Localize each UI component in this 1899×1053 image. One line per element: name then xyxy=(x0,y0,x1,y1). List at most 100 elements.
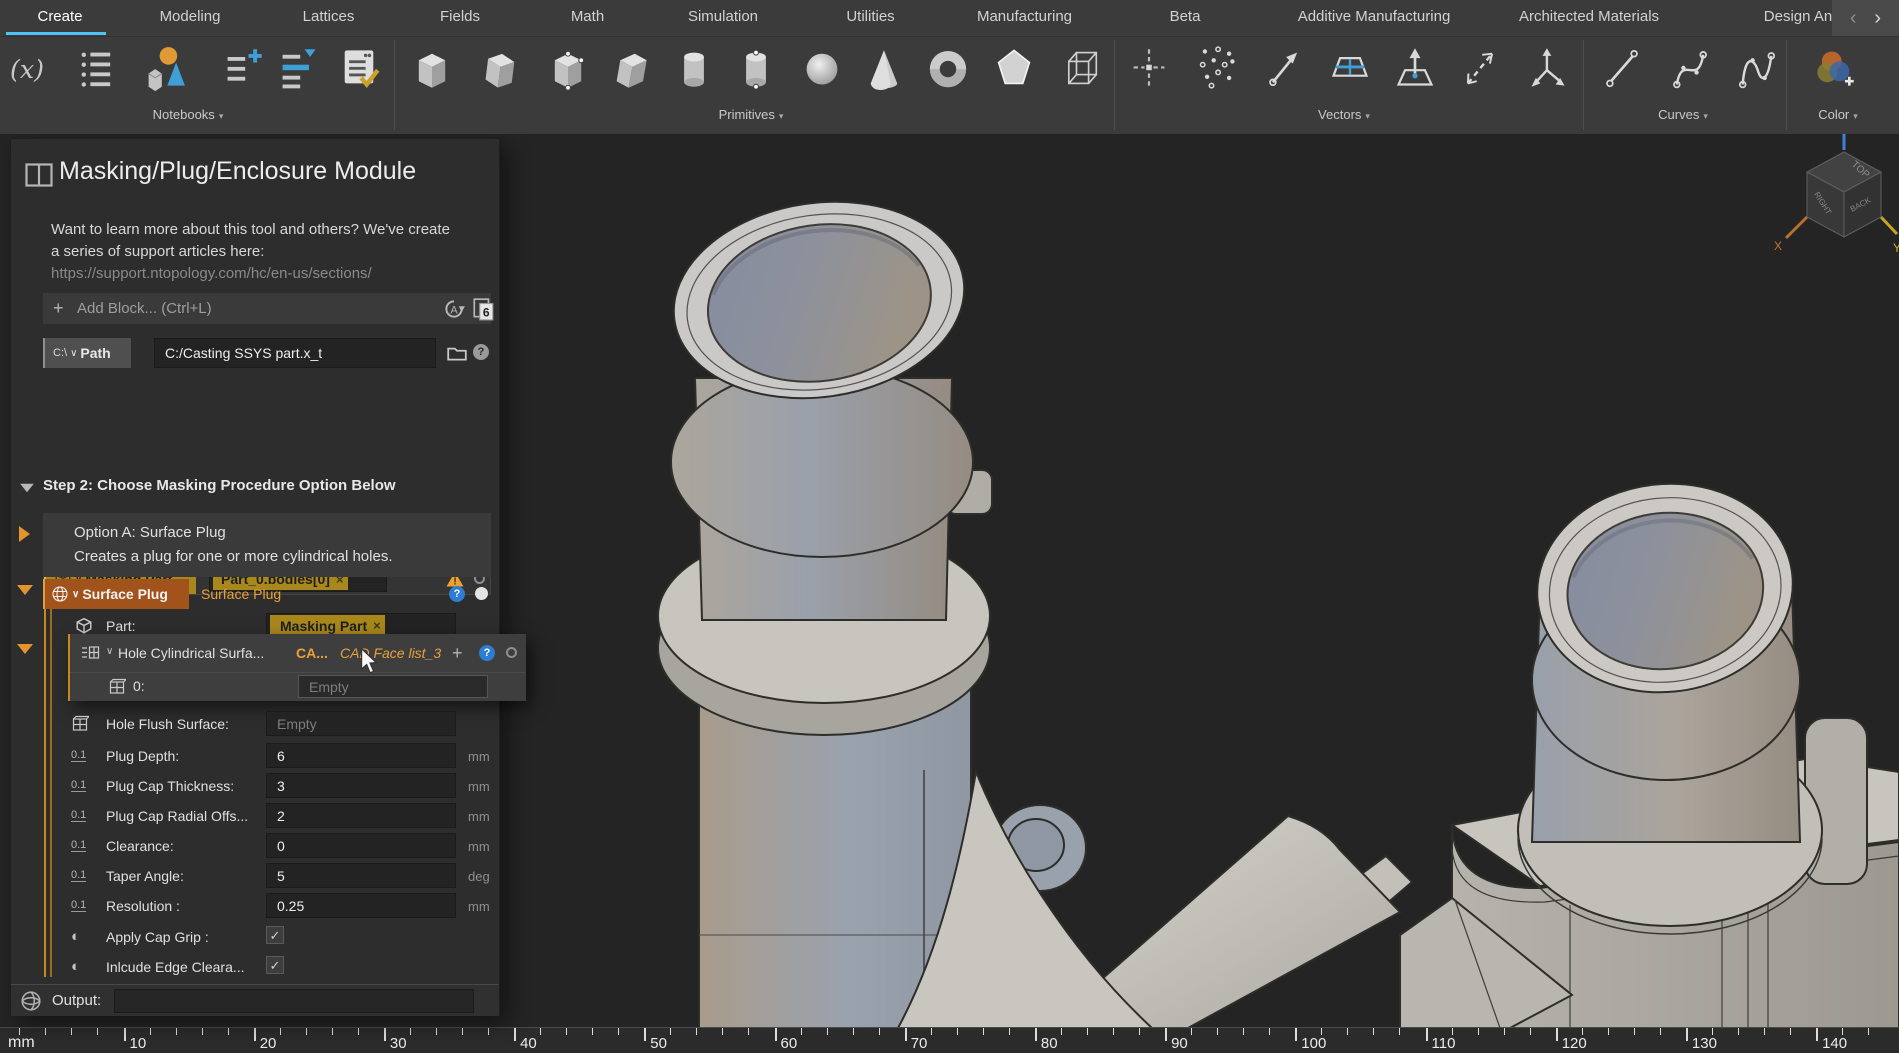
ruler-tick xyxy=(1009,1028,1010,1035)
path-type-chip[interactable]: C:\ ∨ Path xyxy=(43,338,131,368)
hole-flush-input[interactable]: Empty xyxy=(266,711,456,736)
plug-cap-thickness-input[interactable]: 3 xyxy=(266,773,456,798)
ruler-tick xyxy=(1530,1028,1531,1035)
tab-math[interactable]: Math xyxy=(523,0,652,36)
list-icon[interactable] xyxy=(75,43,119,93)
ruler-tick xyxy=(670,1028,671,1035)
close-icon[interactable]: × xyxy=(367,618,381,633)
color-wheel-icon[interactable] xyxy=(1813,43,1857,93)
output-label: Output: xyxy=(52,992,101,1009)
auto-update-icon[interactable]: A xyxy=(442,297,466,321)
ruler-tick xyxy=(1790,1028,1791,1035)
apply-cap-grip-checkbox[interactable]: ✓ xyxy=(266,926,284,944)
point-cloud-icon[interactable] xyxy=(1195,43,1239,93)
ruler-tick xyxy=(566,1028,567,1035)
point-icon[interactable] xyxy=(1127,43,1171,93)
notebooks-dropdown[interactable]: Notebooks▾ xyxy=(153,107,224,122)
curve-icon[interactable] xyxy=(1668,43,1712,93)
tab-manufacturing[interactable]: Manufacturing xyxy=(947,0,1102,36)
line-segment-icon[interactable] xyxy=(1600,43,1644,93)
support-link[interactable]: https://support.ntopology.com/hc/en-us/s… xyxy=(51,265,372,282)
tab-additive-manufacturing[interactable]: Additive Manufacturing xyxy=(1268,0,1480,36)
form-check-icon[interactable] xyxy=(337,43,381,93)
tab-lattices[interactable]: Lattices xyxy=(260,0,397,36)
clearance-input[interactable]: 0 xyxy=(266,833,456,858)
plane-icon[interactable] xyxy=(1328,43,1372,93)
help-icon[interactable]: ? xyxy=(449,586,465,602)
collapse-hole-cyl-icon[interactable] xyxy=(17,644,33,654)
list-add-icon[interactable] xyxy=(221,43,265,93)
cylinder-vertices-icon[interactable] xyxy=(734,43,778,93)
expand-import-part-icon[interactable] xyxy=(19,526,30,542)
dashed-vector-icon[interactable] xyxy=(1458,43,1502,93)
cylinder-icon[interactable] xyxy=(672,43,716,93)
resolution-label: Resolution : xyxy=(106,898,180,914)
sphere-icon[interactable] xyxy=(800,43,844,93)
apply-cap-grip-row: ◐ Apply Cap Grip : ✓ xyxy=(43,925,491,949)
plane-normal-icon[interactable] xyxy=(1393,43,1437,93)
part-label: Part: xyxy=(106,618,136,634)
number-icon: 0.1 xyxy=(71,899,86,912)
tab-simulation[interactable]: Simulation xyxy=(652,0,794,36)
spline-icon[interactable] xyxy=(1735,43,1779,93)
hole-cylindrical-row[interactable]: ∨ Hole Cylindrical Surfa... CA... CAD Fa… xyxy=(70,634,526,672)
tab-beta[interactable]: Beta xyxy=(1102,0,1268,36)
curves-dropdown[interactable]: Curves▾ xyxy=(1658,107,1708,122)
box-vertices-icon[interactable] xyxy=(546,43,590,93)
plug-cap-radial-input[interactable]: 2 xyxy=(266,803,456,828)
include-edge-clearance-checkbox[interactable]: ✓ xyxy=(266,956,284,974)
pentagon-prism-icon[interactable] xyxy=(992,43,1036,93)
tab-utilities[interactable]: Utilities xyxy=(794,0,947,36)
vector-icon[interactable] xyxy=(1263,43,1307,93)
scroll-right-icon[interactable]: › xyxy=(1874,0,1881,36)
hole-cylindrical-value-full[interactable]: CAD Face list_3 xyxy=(340,645,441,661)
tab-create[interactable]: Create xyxy=(0,0,120,36)
ruler-tick xyxy=(1478,1028,1479,1035)
clearance-label: Clearance: xyxy=(106,838,174,854)
index-input[interactable]: Empty xyxy=(298,675,488,698)
status-dot xyxy=(506,647,517,658)
color-dropdown[interactable]: Color▾ xyxy=(1818,107,1858,122)
path-input[interactable]: C:/Casting SSYS part.x_t xyxy=(154,338,436,368)
collapse-step2-icon[interactable] xyxy=(20,484,34,493)
taper-angle-input[interactable]: 5 xyxy=(266,863,456,888)
ruler-tick xyxy=(1321,1028,1322,1035)
folder-icon[interactable] xyxy=(446,343,468,363)
surface-plug-chip[interactable]: ∨ Surface Plug xyxy=(43,579,189,609)
box-skewed-icon[interactable] xyxy=(610,43,654,93)
collapse-surface-plug-icon[interactable] xyxy=(17,585,33,595)
tab-modeling[interactable]: Modeling xyxy=(120,0,260,36)
add-block-row[interactable]: + Add Block... (Ctrl+L) A 6 xyxy=(43,293,491,324)
tab-fields[interactable]: Fields xyxy=(397,0,523,36)
page-count-icon[interactable]: 6 xyxy=(471,297,495,321)
help-icon[interactable]: ? xyxy=(479,645,495,661)
surface-plug-row[interactable]: ∨ Surface Plug Surface Plug ? xyxy=(43,579,491,609)
clearance-row: 0.1 Clearance: 0 mm xyxy=(43,833,491,859)
ruler-label: 100 xyxy=(1301,1035,1326,1052)
face-list-index-row: 0: Empty xyxy=(70,672,526,701)
box-wireframe-icon[interactable] xyxy=(1060,43,1104,93)
list-insert-icon[interactable] xyxy=(276,43,320,93)
box-rounded-icon[interactable] xyxy=(478,43,522,93)
unit-label: mm xyxy=(468,779,490,794)
torus-icon[interactable] xyxy=(926,43,970,93)
hole-cylindrical-value-short[interactable]: CA... xyxy=(296,645,328,661)
notebook-icon[interactable] xyxy=(142,43,186,93)
output-input[interactable] xyxy=(114,989,474,1013)
cone-icon[interactable] xyxy=(862,43,906,93)
part-value-chip[interactable]: Masking Part × xyxy=(270,615,385,636)
help-icon[interactable]: ? xyxy=(473,344,489,360)
add-item-icon[interactable]: + xyxy=(452,644,463,662)
ruler-tick xyxy=(1165,1028,1167,1041)
ruler-tick xyxy=(1191,1028,1192,1035)
box-icon[interactable] xyxy=(410,43,454,93)
scroll-left-icon[interactable]: ‹ xyxy=(1850,0,1857,36)
primitives-dropdown[interactable]: Primitives▾ xyxy=(719,107,784,122)
vectors-dropdown[interactable]: Vectors▾ xyxy=(1318,107,1370,122)
ruler-tick xyxy=(1712,1028,1713,1035)
plug-depth-input[interactable]: 6 xyxy=(266,743,456,768)
function-x-icon[interactable]: (x) xyxy=(5,43,49,93)
frame-icon[interactable] xyxy=(1526,43,1570,93)
resolution-input[interactable]: 0.25 xyxy=(266,893,456,918)
tab-architected-materials[interactable]: Architected Materials xyxy=(1480,0,1698,36)
